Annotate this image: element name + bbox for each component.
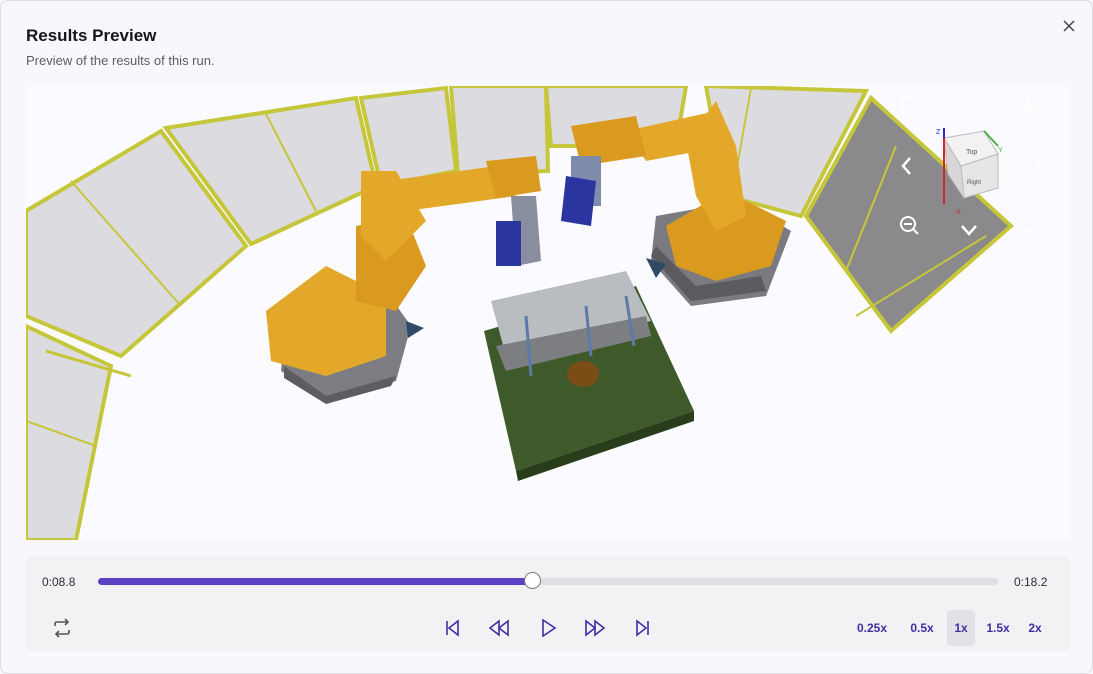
dialog-subtitle: Preview of the results of this run. bbox=[26, 53, 215, 68]
speed-1x-button[interactable]: 1x bbox=[947, 610, 975, 646]
speed-0-25x-button[interactable]: 0.25x bbox=[846, 610, 898, 646]
repeat-icon[interactable] bbox=[50, 616, 74, 640]
speed-2x-button[interactable]: 2x bbox=[1020, 610, 1050, 646]
speed-1-5x-button[interactable]: 1.5x bbox=[980, 610, 1016, 646]
dialog-title: Results Preview bbox=[26, 26, 157, 45]
timeline-thumb[interactable] bbox=[523, 572, 541, 589]
axis-z-label: Z bbox=[936, 129, 941, 136]
chevron-up-icon[interactable] bbox=[961, 98, 977, 109]
settings-icon[interactable] bbox=[1022, 219, 1036, 233]
axis-x-label: X bbox=[956, 209, 961, 216]
view-cube-top-label: Top bbox=[966, 149, 977, 156]
rewind-icon[interactable] bbox=[487, 616, 511, 640]
skip-to-end-icon[interactable] bbox=[631, 616, 655, 640]
workpiece-fixture bbox=[484, 271, 694, 481]
camera-icon[interactable] bbox=[901, 97, 921, 113]
timeline-scrubber[interactable] bbox=[98, 572, 998, 589]
chevron-right-icon[interactable] bbox=[1033, 157, 1043, 175]
3d-viewport[interactable]: Top Right X Y Z bbox=[26, 86, 1070, 540]
fast-forward-icon[interactable] bbox=[583, 616, 607, 640]
play-icon[interactable] bbox=[536, 616, 560, 640]
view-cube-right-label: Right bbox=[967, 180, 981, 186]
playback-controls: 0:08.8 0:18.2 0.25x 0.5x 1x 1.5x 2x bbox=[26, 556, 1070, 651]
timeline-progress bbox=[98, 578, 533, 585]
move-icon[interactable] bbox=[1019, 96, 1039, 116]
skip-to-start-icon[interactable] bbox=[440, 616, 464, 640]
speed-0-5x-button[interactable]: 0.5x bbox=[902, 610, 942, 646]
total-time: 0:18.2 bbox=[1014, 575, 1048, 589]
results-preview-dialog: Results Preview Preview of the results o… bbox=[0, 0, 1093, 674]
close-icon[interactable] bbox=[1059, 16, 1079, 36]
axis-y-label: Y bbox=[998, 147, 1003, 154]
current-time: 0:08.8 bbox=[42, 575, 76, 589]
speed-selector: 0.25x 0.5x 1x 1.5x 2x bbox=[846, 610, 1056, 646]
